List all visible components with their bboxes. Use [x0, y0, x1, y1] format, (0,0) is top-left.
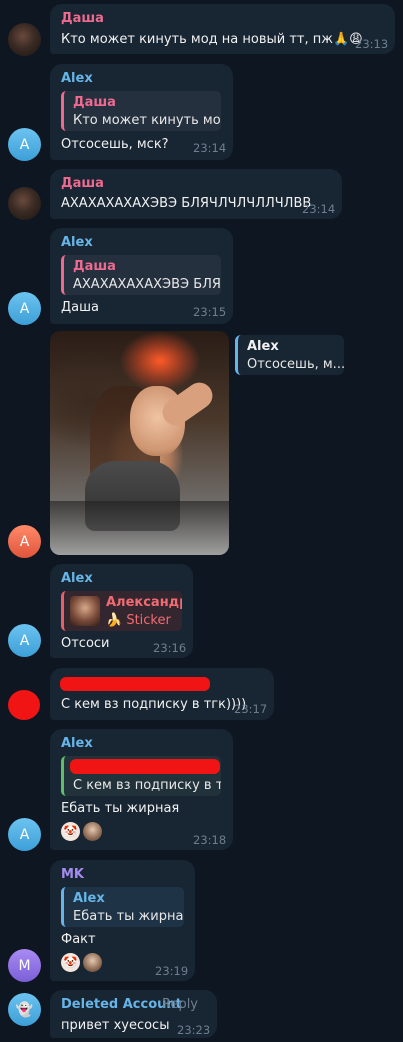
sender-name[interactable]: Alex: [61, 736, 93, 751]
message-bubble-mk-9[interactable]: MK Alex Ебать ты жирная Факт 🤡 23:19: [50, 860, 195, 981]
reply-name: Alex: [73, 891, 105, 906]
clown-reaction-icon[interactable]: 🤡: [61, 953, 80, 972]
message-text: Отсоси: [61, 636, 110, 651]
message-bubble-dasha-1[interactable]: Даша Кто может кинуть мод на новый тт, п…: [50, 4, 395, 54]
message-text: Ебать ты жирная: [61, 801, 180, 816]
reply-text: АХАХАХАХАХЭВЭ БЛЯ...: [73, 277, 221, 292]
reply-name: Даша: [73, 259, 116, 274]
alex-avatar[interactable]: A: [8, 525, 41, 558]
reactor-avatar-icon[interactable]: [83, 822, 102, 841]
clown-reaction-icon[interactable]: 🤡: [61, 822, 80, 841]
message-time: 23:14: [193, 141, 227, 155]
message-time: 23:14: [302, 202, 336, 216]
reply-quote[interactable]: Даша Кто может кинуть мо...: [61, 91, 221, 131]
message-time: 23:23: [177, 1023, 211, 1037]
sender-name[interactable]: Alex: [61, 71, 93, 86]
message-bubble-alex-4[interactable]: Alex Даша АХАХАХАХАХЭВЭ БЛЯ... Даша 23:1…: [50, 228, 233, 324]
ghost-icon[interactable]: 👻: [8, 993, 41, 1026]
reactions-row[interactable]: 🤡: [61, 953, 102, 972]
reply-button[interactable]: Reply: [162, 997, 198, 1012]
reply-quote[interactable]: С кем вз подписку в т...: [61, 756, 221, 796]
message-text: Кто может кинуть мод на новый тт, пж🙏😩: [61, 32, 363, 47]
sender-name[interactable]: Даша: [61, 176, 104, 191]
message-time: 23:19: [155, 964, 189, 978]
message-time: 23:17: [234, 702, 268, 716]
message-text: АХАХАХАХАХЭВЭ БЛЯЧЛЧЛЧЛЛЧЛВВ: [61, 196, 312, 211]
reply-text: Ебать ты жирная: [73, 909, 184, 924]
sender-name[interactable]: Даша: [61, 11, 104, 26]
message-text: привет хуесосы: [61, 1018, 170, 1033]
reply-name: Alex: [247, 339, 279, 354]
reply-name: Александр: [106, 595, 182, 610]
alex-avatar[interactable]: A: [8, 624, 41, 657]
alex-avatar[interactable]: A: [8, 818, 41, 851]
reply-quote[interactable]: Alex Ебать ты жирная: [61, 887, 184, 927]
photo-message[interactable]: [50, 331, 229, 555]
alex-avatar[interactable]: A: [8, 292, 41, 325]
sender-name[interactable]: Alex: [61, 235, 93, 250]
photo-arm: [157, 377, 218, 431]
message-text: Факт: [61, 932, 96, 947]
redacted-sender-name: [60, 677, 210, 691]
reply-text: 🍌 Sticker: [106, 613, 171, 628]
message-bubble-dasha-3[interactable]: Даша АХАХАХАХАХЭВЭ БЛЯЧЛЧЛЧЛЛЧЛВВ 23:14: [50, 169, 342, 219]
reply-quote[interactable]: Даша АХАХАХАХАХЭВЭ БЛЯ...: [61, 255, 221, 295]
message-time: 23:18: [193, 833, 227, 847]
sender-name[interactable]: Alex: [61, 571, 93, 586]
reply-text: Кто может кинуть мо...: [73, 113, 221, 128]
message-time: 23:13: [355, 37, 389, 51]
photo-reply-card[interactable]: Alex Отсосешь, м...: [235, 335, 346, 375]
dasha-avatar[interactable]: [8, 187, 41, 220]
message-bubble-alex-2[interactable]: Alex Даша Кто может кинуть мо... Отсосеш…: [50, 64, 233, 160]
dasha-avatar[interactable]: [8, 23, 41, 56]
message-text: С кем вз подписку в тгк)))): [61, 697, 247, 712]
redacted-reply-name: [70, 759, 220, 774]
message-bubble-alex-6[interactable]: Alex Александр 🍌 Sticker Отсоси 23:16: [50, 564, 193, 658]
photo-foreground: [50, 501, 229, 555]
reply-name: Даша: [73, 95, 116, 110]
message-time: 23:15: [193, 305, 227, 319]
mk-avatar[interactable]: M: [8, 949, 41, 982]
alex-avatar[interactable]: A: [8, 128, 41, 161]
sticker-thumbnail: [70, 596, 100, 626]
sender-name[interactable]: MK: [61, 867, 84, 882]
reply-text: Отсосешь, м...: [247, 357, 346, 372]
message-text: Отсосешь, мск?: [61, 137, 169, 152]
reactions-row[interactable]: 🤡: [61, 822, 102, 841]
message-bubble-alex-8[interactable]: Alex С кем вз подписку в т... Ебать ты ж…: [50, 729, 233, 850]
reply-text: С кем вз подписку в т...: [73, 778, 221, 793]
message-text: Даша: [61, 300, 99, 315]
reactor-avatar-icon[interactable]: [83, 953, 102, 972]
reply-quote[interactable]: Александр 🍌 Sticker: [61, 591, 182, 631]
message-time: 23:16: [153, 641, 187, 655]
message-bubble-redacted-7[interactable]: С кем вз подписку в тгк)))) 23:17: [50, 668, 274, 720]
message-bubble-deleted-10[interactable]: Deleted Account Reply привет хуесосы 23:…: [50, 990, 217, 1038]
redacted-avatar: [8, 690, 40, 720]
